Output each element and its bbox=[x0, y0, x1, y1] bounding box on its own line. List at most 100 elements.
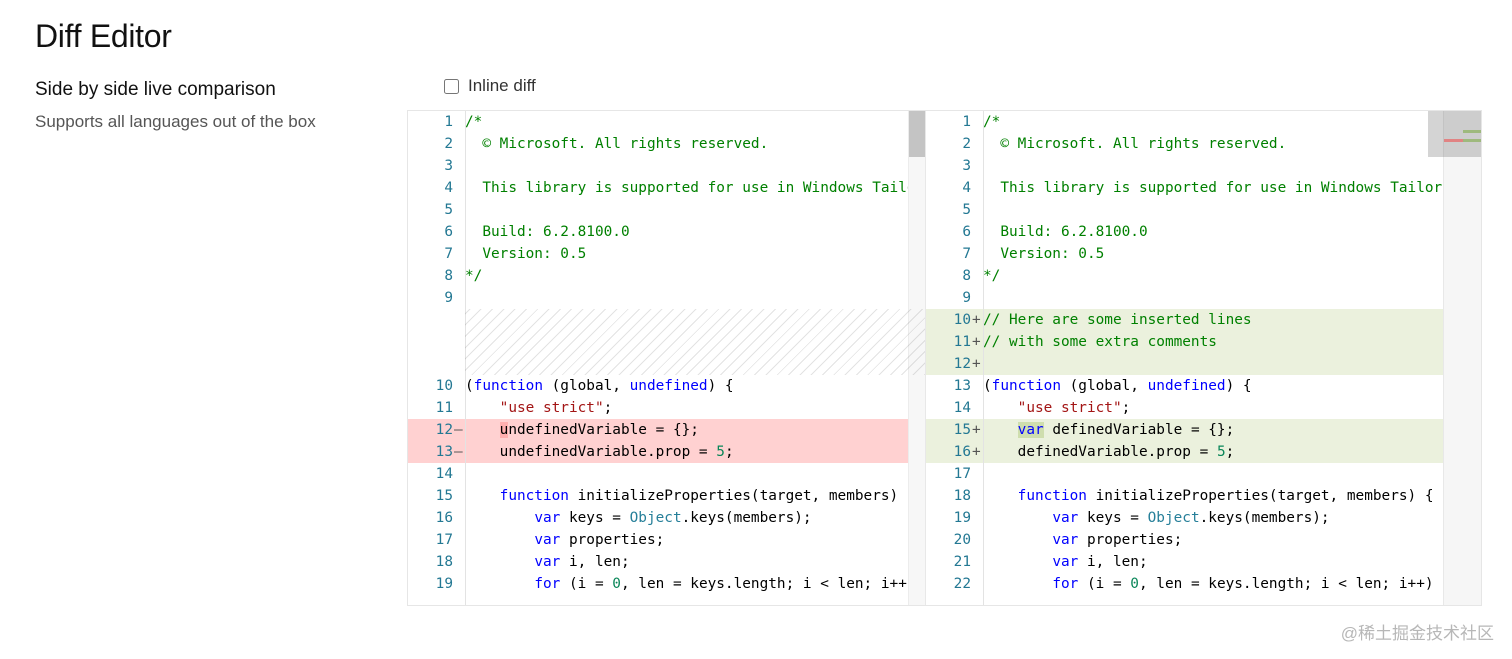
code-token: ; bbox=[603, 400, 613, 416]
code-text: */ bbox=[983, 265, 1000, 287]
section-subtitle: Supports all languages out of the box bbox=[35, 112, 316, 131]
code-token: "use strict" bbox=[1017, 400, 1122, 416]
code-line[interactable]: 4 This library is supported for use in W… bbox=[408, 177, 925, 199]
code-text: */ bbox=[465, 265, 482, 287]
line-number: 13 bbox=[435, 444, 453, 460]
line-number: 3 bbox=[962, 158, 971, 174]
code-line[interactable]: 19 var keys = Object.keys(members); bbox=[926, 507, 1481, 529]
line-number: 18 bbox=[435, 554, 453, 570]
code-line[interactable]: 9 bbox=[408, 287, 925, 309]
original-pane[interactable]: 19 for (i = 0, len = keys.length; i < le… bbox=[408, 111, 925, 605]
code-text: for (i = 0, len = keys.length; i < len; … bbox=[465, 573, 925, 595]
line-number: 15 bbox=[953, 422, 971, 438]
code-token: This library is supported for use in Win… bbox=[482, 180, 925, 196]
code-line[interactable]: 4 This library is supported for use in W… bbox=[926, 177, 1481, 199]
code-line[interactable]: 17 bbox=[926, 463, 1481, 485]
watermark: @稀土掘金技术社区 bbox=[1340, 624, 1494, 643]
code-token: ; bbox=[724, 444, 734, 460]
modified-pane[interactable]: 22 for (i = 0, len = keys.length; i < le… bbox=[926, 111, 1481, 605]
code-line[interactable]: 1 /* bbox=[408, 111, 925, 133]
code-line[interactable]: 6 Build: 6.2.8100.0 bbox=[408, 221, 925, 243]
inline-diff-checkbox[interactable] bbox=[444, 78, 459, 94]
code-token: var bbox=[1052, 510, 1079, 526]
code-line[interactable]: 13 (function (global, undefined) { bbox=[926, 375, 1481, 397]
code-token: keys = bbox=[1078, 510, 1148, 526]
code-line[interactable]: 12 + bbox=[926, 353, 1481, 375]
code-line[interactable]: 12— undefinedVariable = {}; bbox=[408, 419, 925, 441]
code-line[interactable]: 16 var keys = Object.keys(members); bbox=[408, 507, 925, 529]
code-line[interactable]: 17 var properties; bbox=[408, 529, 925, 551]
line-number: 22 bbox=[953, 576, 971, 592]
code-line[interactable]: 19 for (i = 0, len = keys.length; i < le… bbox=[408, 573, 925, 595]
code-line[interactable]: 14 "use strict"; bbox=[926, 397, 1481, 419]
code-text: (function (global, undefined) { bbox=[983, 375, 1252, 397]
code-text: Version: 0.5 bbox=[983, 243, 1104, 265]
line-number: 2 bbox=[444, 136, 453, 152]
original-scrollbar-thumb[interactable] bbox=[909, 111, 925, 157]
code-line[interactable]: 7 Version: 0.5 bbox=[408, 243, 925, 265]
overview-insert-mark bbox=[1463, 130, 1481, 133]
code-token: ( bbox=[983, 378, 992, 394]
code-line[interactable]: 20 var properties; bbox=[926, 529, 1481, 551]
code-line[interactable]: 11 +// with some extra comments bbox=[926, 331, 1481, 353]
code-line[interactable]: 3 bbox=[408, 155, 925, 177]
code-line[interactable]: 8 */ bbox=[926, 265, 1481, 287]
code-line[interactable]: 13— undefinedVariable.prop = 5; bbox=[408, 441, 925, 463]
code-token: 5 bbox=[716, 444, 725, 460]
code-text: /* bbox=[465, 111, 482, 133]
code-text: function initializeProperties(target, me… bbox=[983, 485, 1434, 507]
code-token: var bbox=[534, 510, 561, 526]
line-number: 19 bbox=[953, 510, 971, 526]
line-number: 16 bbox=[953, 444, 971, 460]
code-token: function bbox=[991, 378, 1061, 394]
code-line[interactable]: 2 © Microsoft. All rights reserved. bbox=[926, 133, 1481, 155]
code-line[interactable]: 7 Version: 0.5 bbox=[926, 243, 1481, 265]
code-token: .keys(members); bbox=[1199, 510, 1330, 526]
code-line[interactable]: 10 +// Here are some inserted lines bbox=[926, 309, 1481, 331]
code-text: This library is supported for use in Win… bbox=[465, 177, 925, 199]
code-text: function initializeProperties(target, me… bbox=[465, 485, 916, 507]
code-line[interactable]: 10 (function (global, undefined) { bbox=[408, 375, 925, 397]
code-line[interactable]: 22 for (i = 0, len = keys.length; i < le… bbox=[926, 573, 1481, 595]
line-number: 6 bbox=[444, 224, 453, 240]
code-token: definedVariable.prop = bbox=[983, 444, 1217, 460]
code-line[interactable]: 9 bbox=[926, 287, 1481, 309]
line-number: 7 bbox=[444, 246, 453, 262]
overview-insert-mark bbox=[1463, 139, 1481, 142]
page-title: Diff Editor bbox=[35, 18, 172, 54]
code-line[interactable]: 8 */ bbox=[408, 265, 925, 287]
code-token: */ bbox=[983, 268, 1001, 284]
code-line[interactable]: 5 bbox=[926, 199, 1481, 221]
code-line[interactable]: 3 bbox=[926, 155, 1481, 177]
inline-diff-toggle[interactable]: Inline diff bbox=[444, 76, 536, 96]
code-line[interactable]: 14 bbox=[408, 463, 925, 485]
overview-viewport-thumb[interactable] bbox=[1428, 111, 1481, 157]
diff-overview-ruler[interactable] bbox=[1428, 111, 1481, 605]
code-line[interactable]: 1 /* bbox=[926, 111, 1481, 133]
code-text: var keys = Object.keys(members); bbox=[465, 507, 811, 529]
code-line[interactable]: 2 © Microsoft. All rights reserved. bbox=[408, 133, 925, 155]
code-token: function bbox=[499, 488, 569, 504]
code-text: undefinedVariable = {}; bbox=[465, 419, 699, 441]
line-number: 11 bbox=[435, 400, 453, 416]
diff-editor[interactable]: 19 for (i = 0, len = keys.length; i < le… bbox=[407, 110, 1482, 606]
code-line[interactable]: 11 "use strict"; bbox=[408, 397, 925, 419]
code-line[interactable]: 15 function initializeProperties(target,… bbox=[408, 485, 925, 507]
code-line[interactable]: 6 Build: 6.2.8100.0 bbox=[926, 221, 1481, 243]
code-line[interactable]: 5 bbox=[408, 199, 925, 221]
code-line[interactable]: 18 var i, len; bbox=[408, 551, 925, 573]
code-line[interactable]: 21 var i, len; bbox=[926, 551, 1481, 573]
code-line[interactable]: 15 + var definedVariable = {}; bbox=[926, 419, 1481, 441]
code-line[interactable]: 16 + definedVariable.prop = 5; bbox=[926, 441, 1481, 463]
code-token: ) { bbox=[707, 378, 734, 394]
line-number: 10 bbox=[953, 312, 971, 328]
code-line[interactable]: 18 function initializeProperties(target,… bbox=[926, 485, 1481, 507]
